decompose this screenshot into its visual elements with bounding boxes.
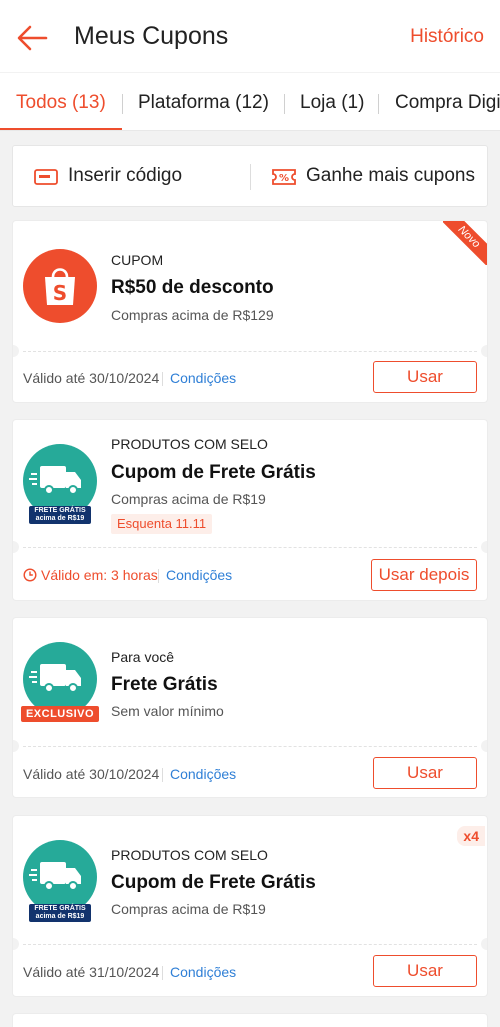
active-tab-indicator	[0, 128, 122, 130]
conditions-link[interactable]: Condições	[170, 370, 236, 386]
divider	[162, 966, 163, 980]
divider	[162, 768, 163, 782]
coupon-validity: Válido até 30/10/2024	[23, 766, 160, 782]
card-divider	[23, 944, 477, 945]
coupon-validity: Válido até 30/10/2024	[23, 370, 160, 386]
card-notch	[481, 541, 487, 553]
card-notch	[13, 938, 19, 950]
tab-todos[interactable]: Todos (13)	[16, 92, 106, 114]
coupon-category: Para você	[111, 649, 175, 665]
card-notch	[481, 740, 487, 752]
code-card-icon	[34, 169, 58, 185]
card-notch	[13, 740, 19, 752]
exclusive-label: EXCLUSIVO	[21, 706, 99, 722]
actions-divider	[250, 164, 251, 190]
truck-icon	[23, 642, 97, 716]
coupon-min-spend: Compras acima de R$19	[111, 901, 266, 917]
tab-loja[interactable]: Loja (1)	[300, 92, 364, 114]
tab-divider	[378, 94, 379, 114]
use-coupon-button[interactable]: Usar	[373, 757, 477, 789]
free-shipping-label: FRETE GRÁTIS acima de R$19	[29, 904, 91, 922]
history-link[interactable]: Histórico	[410, 26, 484, 48]
coupon-title: Cupom de Frete Grátis	[111, 872, 316, 893]
coupon-min-spend: Compras acima de R$19	[111, 491, 266, 507]
coupon-card[interactable]: EXCLUSIVO Para você Frete Grátis Sem val…	[12, 617, 488, 798]
insert-code-button[interactable]: Inserir código	[68, 165, 182, 187]
coupon-card-partial[interactable]	[12, 1013, 488, 1027]
earn-more-coupons-button[interactable]: Ganhe mais cupons	[306, 165, 475, 187]
coupon-card[interactable]: Novo S CUPOM R$50 de desconto Compras ac…	[12, 220, 488, 403]
coupon-title: Cupom de Frete Grátis	[111, 462, 316, 483]
conditions-link[interactable]: Condições	[170, 964, 236, 980]
use-coupon-button[interactable]: Usar	[373, 955, 477, 987]
coupon-title: R$50 de desconto	[111, 277, 274, 298]
coupon-title: Frete Grátis	[111, 674, 218, 695]
coupon-validity: Válido em: 3 horas	[41, 567, 158, 583]
use-coupon-button[interactable]: Usar	[373, 361, 477, 393]
coupon-min-spend: Sem valor mínimo	[111, 703, 224, 719]
clock-icon	[23, 568, 37, 582]
tab-plataforma[interactable]: Plataforma (12)	[138, 92, 269, 114]
tab-divider	[284, 94, 285, 114]
coupon-category: PRODUTOS COM SELO	[111, 847, 268, 863]
coupon-card[interactable]: FRETE GRÁTIS acima de R$19 PRODUTOS COM …	[12, 419, 488, 601]
coupon-category: CUPOM	[111, 252, 164, 268]
coupon-card[interactable]: x4 FRETE GRÁTIS acima de R$19 PRODUTOS C…	[12, 815, 488, 997]
svg-text:%: %	[279, 173, 289, 184]
coupon-validity: Válido até 31/10/2024	[23, 964, 160, 980]
tab-compra-digital[interactable]: Compra Digit	[395, 92, 500, 114]
campaign-tag: Esquenta 11.11	[111, 514, 213, 534]
card-divider	[23, 746, 477, 747]
card-divider	[23, 351, 477, 352]
use-later-button[interactable]: Usar depois	[371, 559, 477, 591]
card-notch	[481, 938, 487, 950]
new-ribbon: Novo	[443, 221, 487, 265]
card-divider	[23, 547, 477, 548]
top-bar: Meus Cupons Histórico	[0, 0, 500, 72]
card-notch	[13, 541, 19, 553]
coupon-min-spend: Compras acima de R$129	[111, 307, 274, 323]
truck-icon	[23, 840, 97, 914]
quantity-badge: x4	[457, 826, 485, 846]
conditions-link[interactable]: Condições	[166, 567, 232, 583]
page-title: Meus Cupons	[74, 22, 229, 50]
coupon-category: PRODUTOS COM SELO	[111, 436, 268, 452]
shopee-bag-icon: S	[23, 249, 97, 323]
back-arrow-icon[interactable]	[16, 22, 48, 54]
tab-bar: Todos (13) Plataforma (12) Loja (1) Comp…	[0, 73, 500, 131]
card-notch	[13, 345, 19, 357]
free-shipping-label: FRETE GRÁTIS acima de R$19	[29, 506, 91, 524]
coupon-actions-bar: Inserir código % Ganhe mais cupons	[12, 145, 488, 207]
divider	[158, 569, 159, 583]
svg-text:S: S	[53, 281, 67, 305]
card-notch	[481, 345, 487, 357]
percent-ticket-icon: %	[272, 169, 296, 185]
conditions-link[interactable]: Condições	[170, 766, 236, 782]
tab-divider	[122, 94, 123, 114]
divider	[162, 372, 163, 386]
